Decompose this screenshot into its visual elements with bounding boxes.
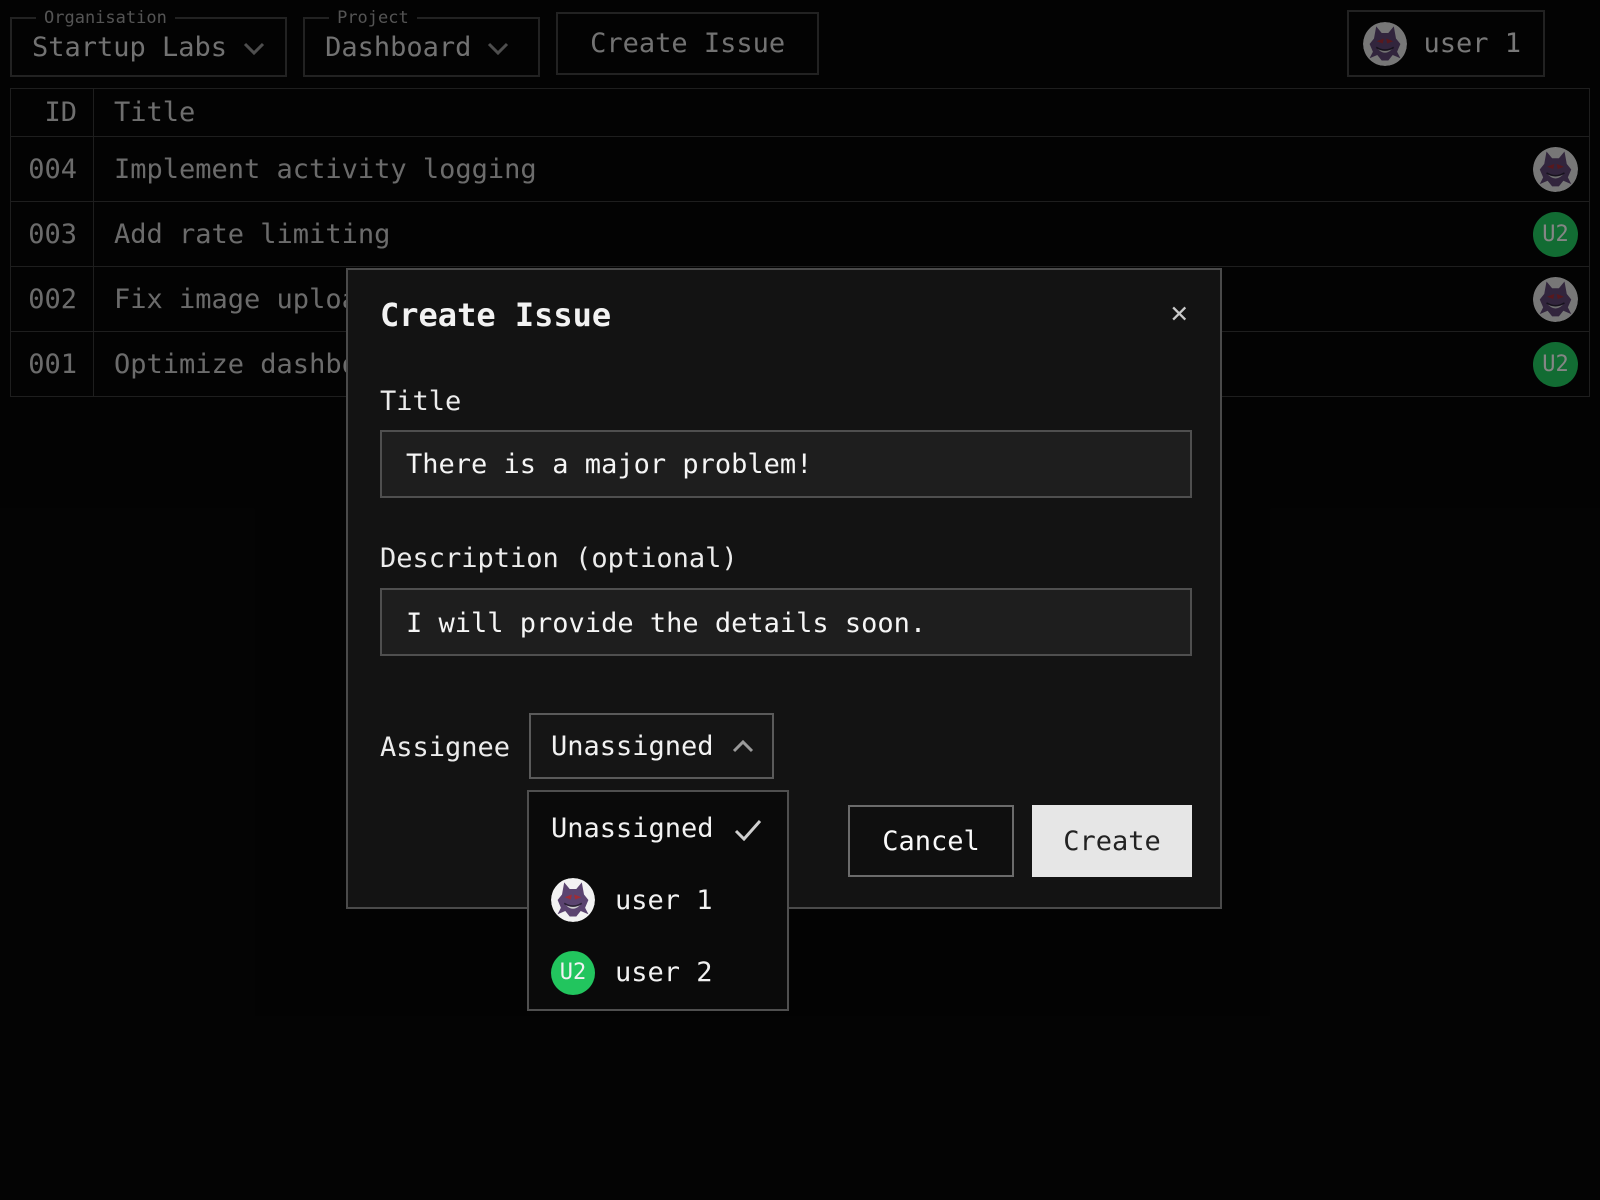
title-field-label: Title <box>380 386 461 417</box>
modal-title: Create Issue <box>380 296 611 334</box>
assignee-select[interactable]: Unassigned <box>529 713 774 779</box>
cancel-button[interactable]: Cancel <box>848 805 1014 877</box>
user-1-avatar <box>551 878 595 922</box>
chevron-up-icon <box>732 739 754 753</box>
title-input[interactable] <box>380 430 1192 498</box>
assignee-selected-value: Unassigned <box>551 731 714 762</box>
dropdown-option-user-1[interactable]: user 1 <box>529 864 787 936</box>
close-icon[interactable]: ✕ <box>1171 298 1188 327</box>
check-icon <box>734 817 762 839</box>
assignee-dropdown-panel: Unassigned user 1 U2 user 2 <box>527 790 789 1011</box>
option-label: user 2 <box>615 957 713 988</box>
create-button[interactable]: Create <box>1032 805 1192 877</box>
user-2-badge: U2 <box>551 951 595 995</box>
dropdown-option-unassigned[interactable]: Unassigned <box>529 792 787 864</box>
option-label: user 1 <box>615 885 713 916</box>
description-field-label: Description (optional) <box>380 543 738 574</box>
option-label: Unassigned <box>551 813 714 844</box>
assignee-field-label: Assignee <box>380 732 510 763</box>
description-input[interactable]: I will provide the details soon. <box>380 588 1192 656</box>
dropdown-option-user-2[interactable]: U2 user 2 <box>529 937 787 1009</box>
